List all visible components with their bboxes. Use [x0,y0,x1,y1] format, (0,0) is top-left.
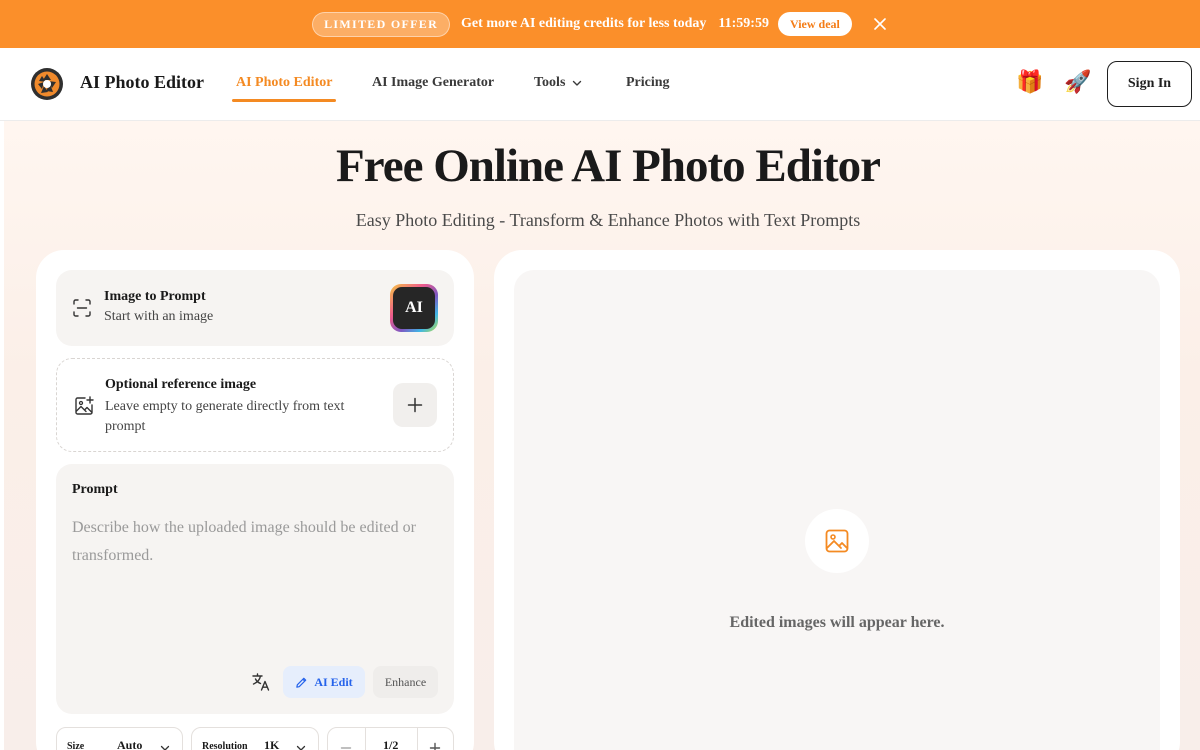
reference-image-upload[interactable]: Optional reference image Leave empty to … [56,358,454,452]
promo-message: Get more AI editing credits for less tod… [461,16,707,31]
scan-icon [73,299,91,317]
countdown-timer: 11:59:59 [718,16,769,31]
resolution-select[interactable]: Resolution 1K [191,727,319,750]
promo-banner-content: LIMITED OFFER Get more AI editing credit… [312,0,888,48]
sign-in-button[interactable]: Sign In [1107,61,1192,107]
image-to-prompt-subtitle: Start with an image [104,309,214,324]
resolution-value: 1K [264,738,280,750]
minus-icon[interactable] [340,742,352,750]
reference-title: Optional reference image [105,377,257,392]
nav-ai-image-generator[interactable]: AI Image Generator [372,75,494,91]
image-to-prompt-title: Image to Prompt [104,289,206,304]
site-header: AI Photo Editor AI Photo Editor AI Image… [0,48,1200,121]
nav-ai-photo-editor[interactable]: AI Photo Editor [236,75,332,91]
size-value: Auto [117,738,143,750]
output-panel: Edited images will appear here. [494,250,1180,750]
editor-panel: Image to Prompt Start with an image AI O… [36,250,474,750]
enhance-button[interactable]: Enhance [373,666,438,698]
close-icon [874,18,886,30]
logo-icon[interactable] [30,67,64,101]
page-title: Free Online AI Photo Editor [336,140,881,192]
stepper-divider [417,728,418,750]
chevron-down-icon [160,745,170,750]
empty-state-icon-wrap [805,509,869,573]
count-value: 1/2 [383,738,399,750]
output-canvas: Edited images will appear here. [514,270,1160,750]
nav-active-indicator [232,99,336,102]
chevron-down-icon [573,80,582,86]
nav-tools-label: Tools [534,75,566,90]
promo-banner: LIMITED OFFER Get more AI editing credit… [0,0,1200,48]
ai-badge: AI [390,284,438,332]
ai-edit-button[interactable]: AI Edit [283,666,365,698]
page-subtitle: Easy Photo Editing - Transform & Enhance… [355,210,861,230]
plus-icon[interactable] [429,742,441,750]
main-content: Free Online AI Photo Editor Easy Photo E… [0,121,1200,750]
stepper-divider [365,728,366,750]
prompt-section: Prompt AI Edit Enhance [56,464,454,714]
size-select[interactable]: Size Auto [56,727,183,750]
chevron-down-icon [296,745,306,750]
image-icon [825,529,849,553]
prompt-label: Prompt [72,482,118,497]
gift-icon[interactable]: 🎁 [1016,70,1043,95]
limited-offer-badge: LIMITED OFFER [312,11,451,37]
image-to-prompt-button[interactable]: Image to Prompt Start with an image AI [56,270,454,346]
translate-icon[interactable] [251,672,271,692]
reference-subtitle: Leave empty to generate directly from te… [105,399,345,434]
image-add-icon [75,396,94,415]
count-stepper: 1/2 [327,727,454,750]
brand-name[interactable]: AI Photo Editor [80,72,204,93]
ai-badge-label: AI [393,287,435,329]
rocket-icon[interactable]: 🚀 [1064,70,1091,95]
plus-icon [407,397,423,413]
prompt-input[interactable] [72,514,438,664]
nav-tools[interactable]: Tools [534,75,583,91]
view-deal-button[interactable]: View deal [777,12,852,36]
resolution-label: Resolution [202,741,248,750]
pencil-icon [296,677,307,688]
add-reference-button[interactable] [393,383,437,427]
size-label: Size [67,741,85,750]
empty-state-text: Edited images will appear here. [729,614,945,631]
close-banner-button[interactable] [872,16,888,32]
nav-pricing[interactable]: Pricing [626,75,670,91]
ai-edit-label: AI Edit [314,674,353,689]
